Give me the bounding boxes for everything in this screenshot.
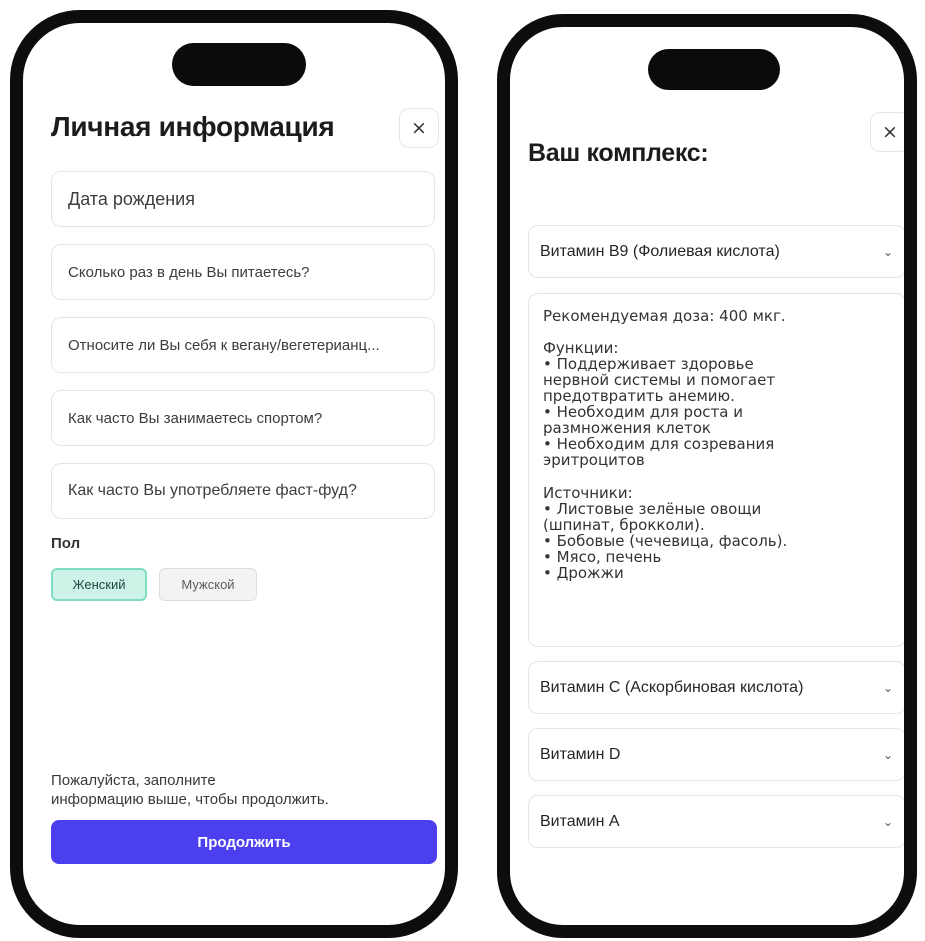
source-line: • Мясо, печень xyxy=(543,548,662,566)
accordion-vitamin-b9[interactable]: Витамин B9 (Фолиевая кислота) ⌄ xyxy=(528,225,904,278)
chevron-down-icon: ⌄ xyxy=(882,747,893,762)
gender-label: Пол xyxy=(51,535,81,552)
chevron-down-icon: ⌄ xyxy=(882,244,893,259)
chevron-down-icon: ⌄ xyxy=(882,814,893,829)
fast-food-field[interactable]: Как часто Вы употребляете фаст-фуд? xyxy=(51,463,435,519)
dose-text: Рекомендуемая доза: 400 мкг. xyxy=(543,307,786,325)
accordion-vitamin-d[interactable]: Витамин D ⌄ xyxy=(528,728,904,781)
functions-title: Функции: xyxy=(543,339,619,357)
hint-text: Пожалуйста, заполните информацию выше, ч… xyxy=(51,771,421,809)
gender-option-female[interactable]: Женский xyxy=(51,568,147,601)
source-line: (шпинат, брокколи). xyxy=(543,516,705,534)
camera-notch xyxy=(648,49,780,90)
phone-vitamin-complex: × Ваш комплекс: Витамин B9 (Фолиевая кис… xyxy=(497,14,917,938)
sources-title: Источники: xyxy=(543,484,633,502)
hint-line: информацию выше, чтобы продолжить. xyxy=(51,791,329,808)
camera-notch xyxy=(172,43,306,86)
vegan-field[interactable]: Относите ли Вы себя к вегану/вегетерианц… xyxy=(51,317,435,373)
function-line: предотвратить анемию. xyxy=(543,387,735,405)
birth-date-field[interactable]: Дата рождения xyxy=(51,171,435,227)
function-line: • Необходим для созревания xyxy=(543,435,775,453)
page-title: Личная информация xyxy=(51,111,335,142)
accordion-label: Витамин B9 (Фолиевая кислота) xyxy=(540,242,780,260)
meals-per-day-field[interactable]: Сколько раз в день Вы питаетесь? xyxy=(51,244,435,300)
accordion-vitamin-a[interactable]: Витамин A ⌄ xyxy=(528,795,904,848)
vitamin-details-panel: Рекомендуемая доза: 400 мкг. Функции: • … xyxy=(528,293,904,647)
function-line: • Необходим для роста и xyxy=(543,403,743,421)
phone-personal-info: Личная информация × Дата рождения Скольк… xyxy=(10,10,458,938)
continue-button[interactable]: Продолжить xyxy=(51,820,437,864)
source-line: • Листовые зелёные овощи xyxy=(543,500,762,518)
chevron-down-icon: ⌄ xyxy=(882,680,893,695)
hint-line: Пожалуйста, заполните xyxy=(51,772,216,789)
close-icon: × xyxy=(411,116,427,139)
function-line: нервной системы и помогает xyxy=(543,371,776,389)
page-title: Ваш комплекс: xyxy=(528,139,709,167)
function-line: • Поддерживает здоровье xyxy=(543,355,754,373)
accordion-vitamin-c[interactable]: Витамин C (Аскорбиновая кислота) ⌄ xyxy=(528,661,904,714)
close-button[interactable]: × xyxy=(870,112,904,152)
accordion-label: Витамин A xyxy=(540,812,620,830)
gender-option-male[interactable]: Мужской xyxy=(159,568,257,601)
accordion-label: Витамин D xyxy=(540,745,621,763)
function-line: эритроцитов xyxy=(543,451,645,469)
sport-frequency-field[interactable]: Как часто Вы занимаетесь спортом? xyxy=(51,390,435,446)
source-line: • Бобовые (чечевица, фасоль). xyxy=(543,532,788,550)
close-icon: × xyxy=(882,120,898,143)
function-line: размножения клеток xyxy=(543,419,711,437)
source-line: • Дрожжи xyxy=(543,564,624,582)
accordion-label: Витамин C (Аскорбиновая кислота) xyxy=(540,678,804,696)
close-button[interactable]: × xyxy=(399,108,439,148)
